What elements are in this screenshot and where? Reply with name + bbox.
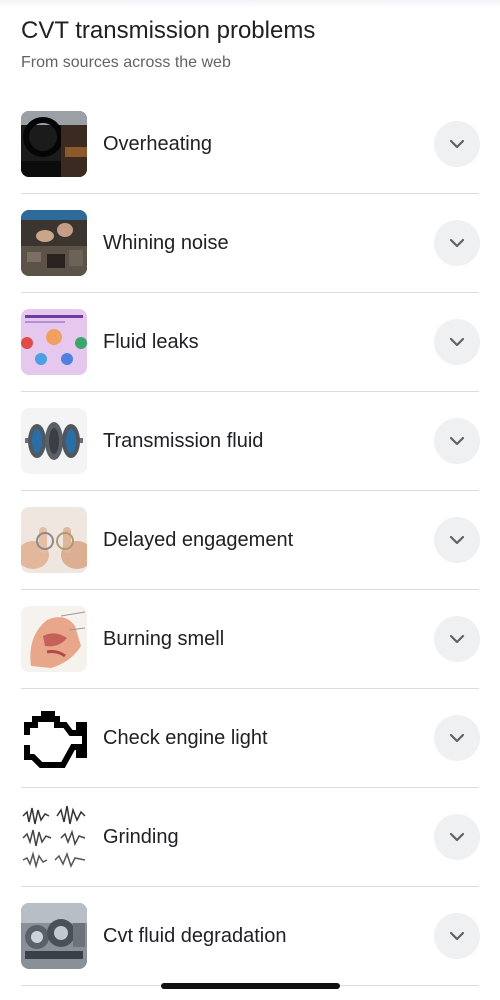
search-results-panel: CVT transmission problems From sources a… <box>0 0 500 1000</box>
chevron-down-icon <box>449 733 465 743</box>
list-item[interactable]: Cvt fluid degradation <box>21 887 480 986</box>
chevron-down-icon <box>449 238 465 248</box>
list-item[interactable]: Burning smell <box>21 590 480 689</box>
chevron-down-icon <box>449 139 465 149</box>
list-item-label: Whining noise <box>103 231 229 254</box>
list-item[interactable]: Fluid leaks <box>21 293 480 392</box>
list-item[interactable]: Whining noise <box>21 194 480 293</box>
list-item-label: Overheating <box>103 132 212 155</box>
expand-button[interactable] <box>434 121 480 167</box>
expand-button[interactable] <box>434 913 480 959</box>
chevron-down-icon <box>449 634 465 644</box>
chevron-down-icon <box>449 832 465 842</box>
sound-waveform-thumbnail <box>21 804 87 870</box>
transmission-gears-thumbnail <box>21 408 87 474</box>
problem-list: Overheating Whining noise Fluid leaks Tr… <box>21 95 480 986</box>
page-subtitle: From sources across the web <box>21 54 231 71</box>
sound-waveform-icon <box>21 804 87 870</box>
nasal-anatomy-thumbnail <box>21 606 87 672</box>
list-item[interactable]: Check engine light <box>21 689 480 788</box>
header: CVT transmission problems From sources a… <box>21 14 479 74</box>
list-item[interactable]: Grinding <box>21 788 480 887</box>
expand-button[interactable] <box>434 517 480 563</box>
list-item-label: Cvt fluid degradation <box>103 924 287 947</box>
list-item-label: Burning smell <box>103 627 225 650</box>
list-item-label: Fluid leaks <box>103 330 199 353</box>
infographic-thumbnail <box>21 309 87 375</box>
chevron-down-icon <box>449 337 465 347</box>
chevron-down-icon <box>449 436 465 446</box>
list-item[interactable]: Overheating <box>21 95 480 194</box>
car-interior-thumbnail <box>21 111 87 177</box>
list-item-label: Grinding <box>103 825 179 848</box>
home-indicator[interactable] <box>161 983 340 989</box>
list-item[interactable]: Transmission fluid <box>21 392 480 491</box>
check-engine-thumbnail <box>21 705 87 771</box>
expand-button[interactable] <box>434 715 480 761</box>
expand-button[interactable] <box>434 220 480 266</box>
top-edge-shadow <box>0 0 500 8</box>
list-item-label: Check engine light <box>103 726 268 749</box>
page-title: CVT transmission problems <box>21 17 316 44</box>
list-item[interactable]: Delayed engagement <box>21 491 480 590</box>
check-engine-icon <box>21 705 87 771</box>
list-item-label: Delayed engagement <box>103 528 294 551</box>
expand-button[interactable] <box>434 319 480 365</box>
chevron-down-icon <box>449 931 465 941</box>
engine-repair-thumbnail <box>21 210 87 276</box>
chevron-down-icon <box>449 535 465 545</box>
gearbox-cutaway-thumbnail <box>21 903 87 969</box>
expand-button[interactable] <box>434 814 480 860</box>
rings-hands-thumbnail <box>21 507 87 573</box>
expand-button[interactable] <box>434 418 480 464</box>
list-item-label: Transmission fluid <box>103 429 264 452</box>
expand-button[interactable] <box>434 616 480 662</box>
